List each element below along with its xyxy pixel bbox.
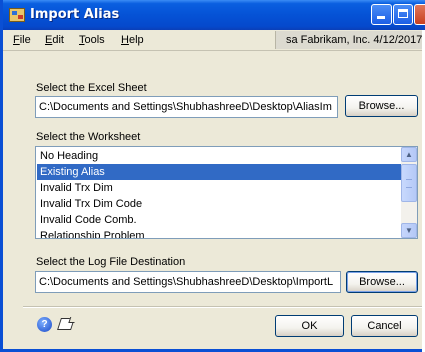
scroll-up-button[interactable]: ▲ <box>401 147 417 162</box>
note-icon[interactable] <box>57 318 75 330</box>
worksheet-item-invalid-trx-dim-code[interactable]: Invalid Trx Dim Code <box>37 196 401 212</box>
worksheet-listbox[interactable]: No Heading Existing Alias Invalid Trx Di… <box>35 146 418 239</box>
worksheet-scrollbar[interactable]: ▲ ▼ <box>401 147 417 238</box>
worksheet-item-invalid-trx-dim[interactable]: Invalid Trx Dim <box>37 180 401 196</box>
import-alias-window: Import Alias File Edit Tools Help sa Fab… <box>0 0 425 352</box>
worksheet-item-existing-alias[interactable]: Existing Alias <box>37 164 401 180</box>
menu-file[interactable]: File <box>13 34 31 46</box>
menu-edit[interactable]: Edit <box>45 34 64 46</box>
menu-file-mnemonic: F <box>13 34 20 46</box>
title-bar[interactable]: Import Alias <box>3 0 425 30</box>
menu-help[interactable]: Help <box>121 34 144 46</box>
app-icon <box>9 8 25 22</box>
cancel-button[interactable]: Cancel <box>351 315 418 337</box>
chevron-down-icon: ▼ <box>405 226 413 235</box>
minimize-icon <box>377 16 385 19</box>
worksheet-item-no-heading[interactable]: No Heading <box>37 148 401 164</box>
scroll-down-button[interactable]: ▼ <box>401 223 417 238</box>
menu-tools[interactable]: Tools <box>79 34 105 46</box>
minimize-button[interactable] <box>371 4 392 25</box>
maximize-button[interactable] <box>393 4 413 25</box>
log-browse-button[interactable]: Browse... <box>346 271 418 293</box>
ok-button[interactable]: OK <box>275 315 344 337</box>
worksheet-item-invalid-code-comb[interactable]: Invalid Code Comb. <box>37 212 401 228</box>
menu-help-label: elp <box>128 34 144 46</box>
scroll-thumb[interactable] <box>401 164 417 202</box>
maximize-icon <box>398 9 408 18</box>
menu-tools-label: ools <box>84 34 105 46</box>
help-icon[interactable]: ? <box>37 317 52 332</box>
window-title: Import Alias <box>30 7 120 22</box>
close-button[interactable] <box>414 4 425 25</box>
worksheet-item-relationship-problem[interactable]: Relationship Problem <box>37 228 401 238</box>
excel-sheet-path-field[interactable]: C:\Documents and Settings\ShubhashreeD\D… <box>35 96 338 118</box>
excel-browse-button[interactable]: Browse... <box>345 95 418 117</box>
chevron-up-icon: ▲ <box>405 150 413 159</box>
footer-divider <box>23 306 422 308</box>
excel-sheet-label: Select the Excel Sheet <box>36 82 147 94</box>
log-file-path-field[interactable]: C:\Documents and Settings\ShubhashreeD\D… <box>35 271 341 293</box>
company-info: sa Fabrikam, Inc. 4/12/2017 <box>275 31 425 49</box>
log-file-label: Select the Log File Destination <box>36 256 186 268</box>
menu-file-label: ile <box>19 34 31 46</box>
menu-edit-label: dit <box>52 34 64 46</box>
menu-help-mnemonic: H <box>121 34 129 46</box>
worksheet-label: Select the Worksheet <box>36 131 141 143</box>
